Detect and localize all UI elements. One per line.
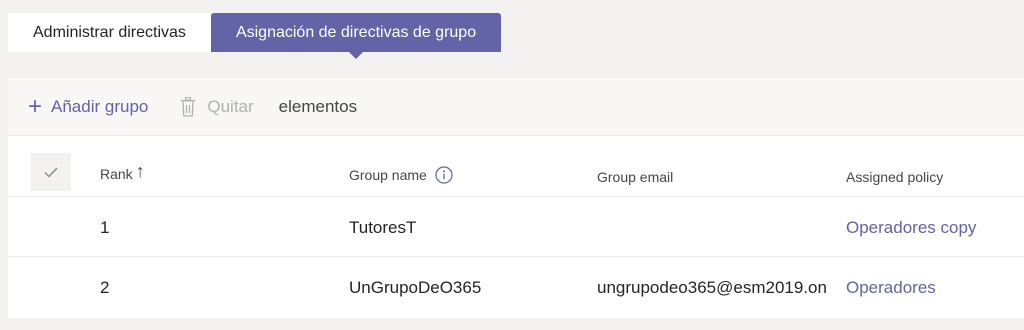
assigned-policy-link[interactable]: Operadores (846, 278, 936, 298)
toolbar: + Añadir grupo Quitar elementos (8, 78, 1024, 136)
tab-label: Administrar directivas (33, 23, 186, 41)
plus-icon: + (28, 92, 43, 120)
group-email-cell: ungrupodeo365@esm2019.on (597, 278, 827, 297)
rank-header-label: Rank (100, 166, 133, 182)
assigned-policy-link[interactable]: Operadores copy (846, 218, 976, 238)
column-header-assigned-policy[interactable]: Assigned policy (846, 169, 943, 185)
add-group-button[interactable]: + Añadir grupo (28, 92, 149, 120)
sort-ascending-icon: ↑ (135, 161, 145, 181)
column-header-rank[interactable]: Rank ↑ (100, 161, 145, 183)
column-header-group-email[interactable]: Group email (597, 169, 673, 185)
add-group-label: Añadir grupo (51, 96, 149, 116)
group-email-header-label: Group email (597, 169, 674, 185)
item-count-label: elementos (278, 96, 358, 116)
select-all-checkbox[interactable] (31, 153, 71, 191)
info-icon[interactable] (435, 166, 453, 184)
tab-label: Asignación de directivas de grupo (235, 23, 477, 41)
group-name-cell: TutoresT (349, 218, 417, 237)
item-count: elementos (279, 97, 357, 117)
tab-administrar-directivas[interactable]: Administrar directivas (8, 13, 211, 52)
trash-icon (181, 96, 196, 117)
remove-label: Quitar (207, 96, 254, 116)
table-row[interactable]: 2 UnGrupoDeO365 ungrupodeo365@esm2019.on… (8, 257, 1024, 317)
tab-asignacion-directivas-grupo[interactable]: Asignación de directivas de grupo (210, 13, 502, 59)
tab-bar: Administrar directivas Asignación de dir… (8, 13, 502, 59)
assigned-policy-header-label: Assigned policy (846, 169, 944, 185)
group-name-cell: UnGrupoDeO365 (349, 278, 482, 297)
group-policy-panel: + Añadir grupo Quitar elementos Rank ↑ G… (8, 78, 1024, 318)
column-header-group-name[interactable]: Group name (349, 166, 453, 184)
rank-cell: 2 (100, 278, 110, 297)
table-row[interactable]: 1 TutoresT Operadores copy (8, 197, 1024, 257)
checkmark-icon (44, 167, 58, 178)
rank-cell: 1 (100, 218, 110, 237)
group-name-header-label: Group name (349, 167, 427, 183)
remove-button[interactable]: Quitar (180, 96, 254, 117)
table-header: Rank ↑ Group name Group email Assigned p… (8, 136, 1024, 197)
